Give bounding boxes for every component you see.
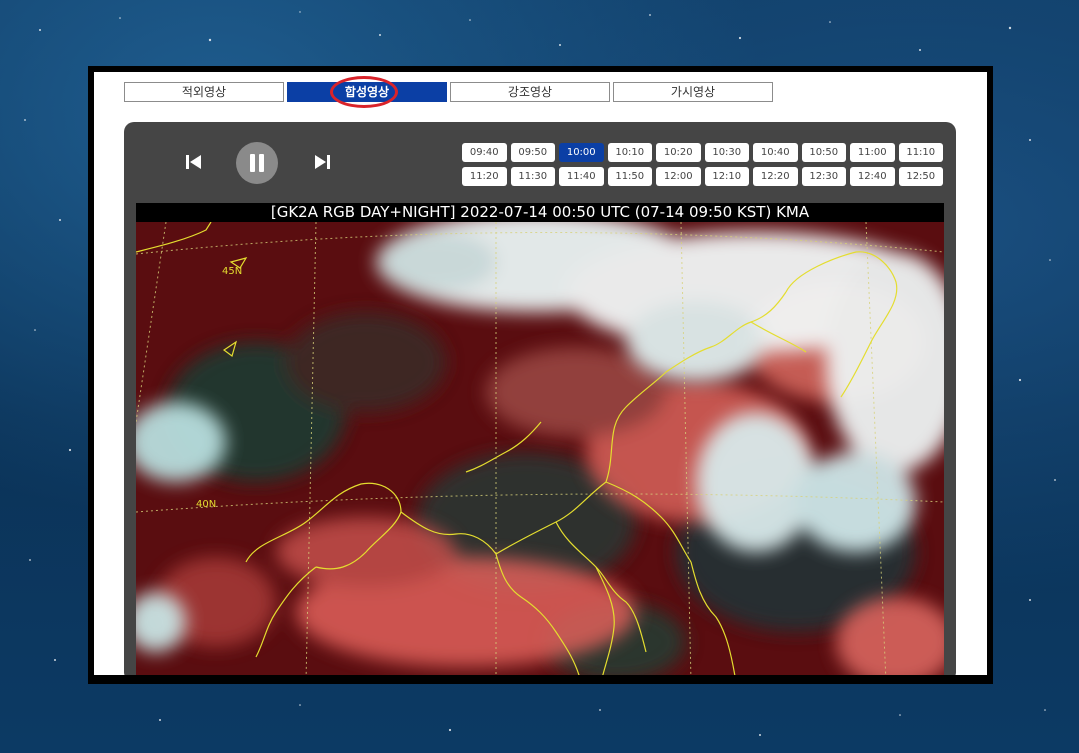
skip-previous-button[interactable] bbox=[182, 150, 206, 174]
pause-button[interactable] bbox=[236, 142, 278, 184]
skip-next-icon bbox=[315, 155, 330, 169]
time-button[interactable]: 12:10 bbox=[704, 167, 749, 186]
time-button[interactable]: 11:50 bbox=[607, 167, 652, 186]
time-button[interactable]: 12:20 bbox=[753, 167, 798, 186]
tab-enhanced[interactable]: 강조영상 bbox=[450, 82, 610, 102]
time-button[interactable]: 10:20 bbox=[656, 143, 701, 162]
time-button[interactable]: 10:40 bbox=[753, 143, 798, 162]
time-button[interactable]: 10:10 bbox=[607, 143, 652, 162]
pause-icon bbox=[250, 154, 264, 172]
time-button[interactable]: 12:40 bbox=[850, 167, 895, 186]
highlight-ring-annotation bbox=[330, 76, 398, 108]
skip-next-button[interactable] bbox=[310, 150, 334, 174]
time-selector: 09:40 09:50 10:00 10:10 10:20 10:30 10:4… bbox=[462, 143, 946, 186]
time-button[interactable]: 09:40 bbox=[462, 143, 507, 162]
satellite-image-panel: [GK2A RGB DAY+NIGHT] 2022-07-14 00:50 UT… bbox=[136, 203, 944, 675]
time-button[interactable]: 12:30 bbox=[801, 167, 846, 186]
image-title: [GK2A RGB DAY+NIGHT] 2022-07-14 00:50 UT… bbox=[136, 203, 944, 222]
tab-visible[interactable]: 가시영상 bbox=[613, 82, 773, 102]
satellite-image: 45N 40N bbox=[136, 222, 944, 675]
time-button[interactable]: 10:30 bbox=[704, 143, 749, 162]
time-button[interactable]: 11:10 bbox=[898, 143, 943, 162]
time-button[interactable]: 11:40 bbox=[559, 167, 604, 186]
time-button[interactable]: 11:30 bbox=[510, 167, 555, 186]
lat-label-40n: 40N bbox=[196, 499, 216, 510]
time-button[interactable]: 12:00 bbox=[656, 167, 701, 186]
skip-previous-icon bbox=[186, 155, 201, 169]
satellite-viewer-page: 적외영상 합성영상 강조영상 가시영상 09:40 09:50 10:00 10… bbox=[94, 72, 987, 675]
time-button[interactable]: 09:50 bbox=[510, 143, 555, 162]
time-button[interactable]: 12:50 bbox=[898, 167, 943, 186]
time-button[interactable]: 10:50 bbox=[801, 143, 846, 162]
time-button[interactable]: 11:20 bbox=[462, 167, 507, 186]
image-type-tabs: 적외영상 합성영상 강조영상 가시영상 bbox=[124, 82, 773, 102]
lat-label-45n: 45N bbox=[222, 266, 242, 277]
animation-player: 09:40 09:50 10:00 10:10 10:20 10:30 10:4… bbox=[124, 122, 956, 675]
tab-infrared[interactable]: 적외영상 bbox=[124, 82, 284, 102]
time-button-selected[interactable]: 10:00 bbox=[559, 143, 604, 162]
time-button[interactable]: 11:00 bbox=[850, 143, 895, 162]
